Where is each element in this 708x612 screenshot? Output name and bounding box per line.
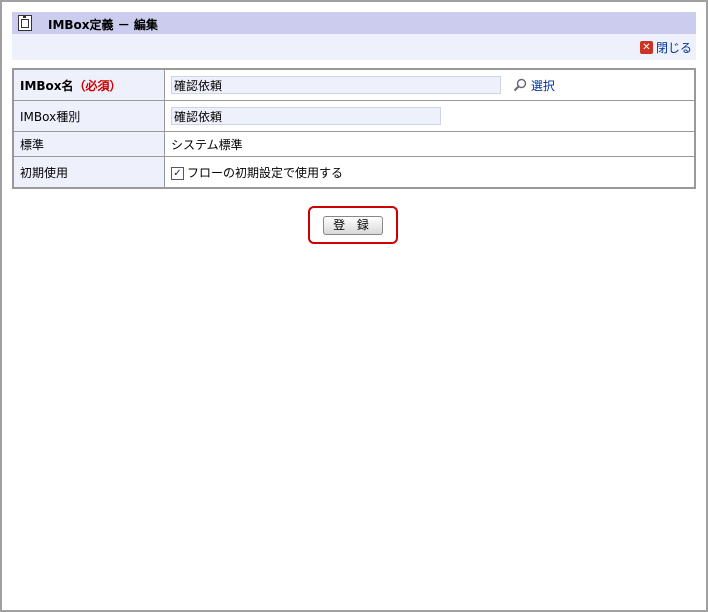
imbox-type-input[interactable] (171, 107, 441, 125)
initial-use-label: 初期使用 (20, 165, 69, 180)
document-icon (18, 15, 32, 31)
imbox-form-table: IMBox名（必須） 選択 IMBox種別 標準 システム標準 (12, 68, 696, 189)
form-row-standard: 標準 システム標準 (12, 131, 696, 157)
type-label-cell: IMBox種別 (12, 100, 165, 132)
form-row-type: IMBox種別 (12, 100, 696, 132)
standard-label-cell: 標準 (12, 131, 165, 157)
standard-label: 標準 (20, 137, 45, 152)
dialog-title: IMBox定義 － 編集 (48, 18, 158, 32)
search-icon (513, 78, 527, 92)
name-value-cell: 選択 (164, 68, 696, 101)
close-icon: ✕ (639, 41, 653, 54)
initial-use-value-cell: ✓ フローの初期設定で使用する (164, 156, 696, 189)
initial-use-checkbox-label[interactable]: フローの初期設定で使用する (187, 166, 343, 180)
required-label: （必須） (73, 78, 122, 93)
name-label-cell: IMBox名（必須） (12, 68, 165, 101)
initial-use-checkbox[interactable]: ✓ (171, 166, 184, 180)
type-label: IMBox種別 (20, 109, 81, 124)
standard-value: システム標準 (171, 137, 243, 152)
close-button[interactable]: ✕ 閉じる (639, 39, 692, 56)
select-label: 選択 (530, 78, 555, 93)
form-row-name: IMBox名（必須） 選択 (12, 68, 696, 101)
name-label: IMBox名 (20, 78, 74, 93)
initial-use-label-cell: 初期使用 (12, 156, 165, 189)
title-bar: IMBox定義 － 編集 (12, 12, 696, 34)
register-button-highlight: 登 録 (308, 206, 398, 244)
imbox-name-input[interactable] (171, 76, 501, 94)
standard-value-cell: システム標準 (164, 131, 696, 157)
register-button[interactable]: 登 録 (323, 216, 383, 235)
form-row-initial-use: 初期使用 ✓ フローの初期設定で使用する (12, 156, 696, 189)
close-label: 閉じる (655, 41, 692, 55)
close-bar: ✕ 閉じる (12, 34, 696, 60)
type-value-cell (164, 100, 696, 132)
select-button[interactable]: 選択 (513, 77, 555, 94)
